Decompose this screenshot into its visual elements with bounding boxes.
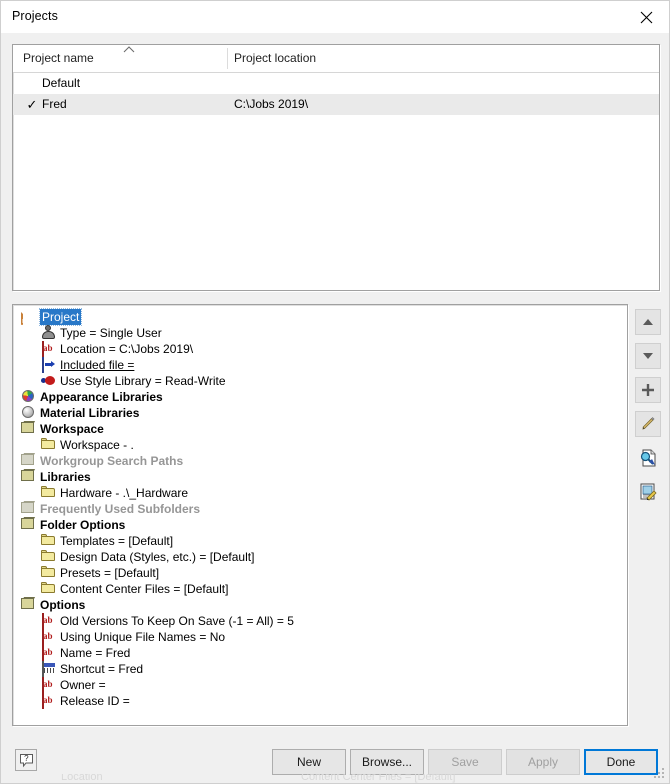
tree-node-label: Name = Fred xyxy=(60,646,131,660)
tree-node-label: Design Data (Styles, etc.) = [Default] xyxy=(60,550,255,564)
add-button[interactable] xyxy=(635,377,661,403)
tree-node[interactable]: Location = C:\Jobs 2019\ xyxy=(13,341,627,357)
browse-button[interactable]: Browse... xyxy=(350,749,424,775)
apply-button: Apply xyxy=(506,749,580,775)
tree-expander-minus-icon[interactable] xyxy=(12,425,13,434)
move-down-button[interactable] xyxy=(635,343,661,369)
tree-node-label: Type = Single User xyxy=(60,326,162,340)
tree-node[interactable]: Shortcut = Fred xyxy=(13,661,627,677)
tree-expander-plus-icon[interactable] xyxy=(12,393,13,402)
tree-node-label: Folder Options xyxy=(40,518,126,532)
tree-node[interactable]: Name = Fred xyxy=(13,645,627,661)
project-list-panel[interactable]: Project name Project location Default ✓ Fr… xyxy=(12,44,660,291)
tree-node-label: Shortcut = Fred xyxy=(60,662,144,676)
tree-node[interactable]: Templates = [Default] xyxy=(13,533,627,549)
tree-node[interactable]: Design Data (Styles, etc.) = [Default] xyxy=(13,549,627,565)
project-name-cell: Fred xyxy=(42,97,67,111)
tree-node-label: Options xyxy=(40,598,86,612)
column-header-project-location[interactable]: Project location xyxy=(234,51,316,65)
tree-node[interactable]: Content Center Files = [Default] xyxy=(13,581,627,597)
tree-expander-plus-icon[interactable] xyxy=(12,409,13,418)
tree-node[interactable]: Release ID = xyxy=(13,693,627,709)
tree-expander-minus-icon[interactable] xyxy=(12,473,13,482)
svg-text:?: ? xyxy=(24,754,29,763)
tree-node[interactable]: Appearance Libraries xyxy=(13,389,627,405)
tree-node[interactable]: Use Style Library = Read-Write xyxy=(13,373,627,389)
tree-node[interactable]: Material Libraries xyxy=(13,405,627,421)
tree-node[interactable]: Options xyxy=(13,597,627,613)
window-title: Projects xyxy=(12,9,58,23)
tree-node-label: Using Unique File Names = No xyxy=(60,630,226,644)
tree-node-label: Hardware - .\_Hardware xyxy=(60,486,189,500)
tree-node[interactable]: Workspace xyxy=(13,421,627,437)
tree-node[interactable]: Libraries xyxy=(13,469,627,485)
tree-node-label: Frequently Used Subfolders xyxy=(40,502,201,516)
ab-text-icon xyxy=(42,693,44,709)
find-file-button[interactable] xyxy=(635,445,661,471)
tree-node-label: Content Center Files = [Default] xyxy=(60,582,229,596)
ipj-file-icon xyxy=(21,309,23,325)
tree-node-label: Included file = xyxy=(60,358,135,372)
background-ghost-text: Location Content Center Files = [Default… xyxy=(61,774,456,783)
ab-text-icon xyxy=(42,629,44,645)
tree-node[interactable]: Presets = [Default] xyxy=(13,565,627,581)
ab-text-icon xyxy=(42,645,44,661)
tree-node[interactable]: Old Versions To Keep On Save (-1 = All) … xyxy=(13,613,627,629)
tree-node-label: Templates = [Default] xyxy=(60,534,174,548)
tree-node-label: Appearance Libraries xyxy=(40,390,163,404)
edit-button[interactable] xyxy=(635,411,661,437)
close-icon[interactable] xyxy=(623,1,669,33)
tree-toolbar xyxy=(635,309,663,513)
project-list-header: Project name Project location xyxy=(13,45,659,73)
configure-button[interactable] xyxy=(635,479,661,505)
move-up-button[interactable] xyxy=(635,309,661,335)
tree-node[interactable]: Using Unique File Names = No xyxy=(13,629,627,645)
tree-node-label: Project xyxy=(38,308,83,326)
project-name-cell: Default xyxy=(42,76,81,90)
tree-node-label: Presets = [Default] xyxy=(60,566,160,580)
tree-node[interactable]: Folder Options xyxy=(13,517,627,533)
tree-node[interactable]: Project xyxy=(13,308,627,326)
tree-expander-minus-icon[interactable] xyxy=(12,601,13,610)
active-project-check-icon: ✓ xyxy=(26,97,38,112)
tree-node[interactable]: Included file = xyxy=(13,357,627,373)
project-tree-panel[interactable]: ProjectType = Single User Location = C:\J… xyxy=(12,304,628,726)
new-button[interactable]: New xyxy=(272,749,346,775)
help-question-icon[interactable]: ? xyxy=(15,749,37,771)
tree-node-label: Use Style Library = Read-Write xyxy=(60,374,226,388)
done-button[interactable]: Done xyxy=(584,749,658,775)
title-bar: Projects xyxy=(1,1,669,33)
tree-expander-minus-icon[interactable] xyxy=(12,521,13,530)
tree-node-label: Owner = xyxy=(60,678,106,692)
project-location-cell: C:\Jobs 2019\ xyxy=(234,97,309,111)
tree-node-label: Workspace xyxy=(40,422,104,436)
project-tree: ProjectType = Single User Location = C:\J… xyxy=(13,305,627,709)
tree-node[interactable]: Frequently Used Subfolders xyxy=(13,501,627,517)
project-list-row[interactable]: Default xyxy=(13,73,659,94)
project-list-row[interactable]: ✓ Fred C:\Jobs 2019\ xyxy=(13,94,659,115)
column-header-project-name[interactable]: Project name xyxy=(23,51,94,65)
ab-text-icon xyxy=(42,613,44,629)
column-divider[interactable] xyxy=(227,48,228,69)
tree-node-label: Workspace - . xyxy=(60,438,134,452)
tree-node[interactable]: Owner = xyxy=(13,677,627,693)
shortcut-icon xyxy=(42,661,44,677)
ab-text-icon xyxy=(42,677,44,693)
included-file-icon xyxy=(42,357,44,373)
project-list-rows: Default ✓ Fred C:\Jobs 2019\ xyxy=(13,73,659,115)
tree-node-label: Old Versions To Keep On Save (-1 = All) … xyxy=(60,614,294,628)
tree-node-label: Material Libraries xyxy=(40,406,140,420)
ab-text-icon xyxy=(42,341,44,357)
tree-node[interactable]: Hardware - .\_Hardware xyxy=(13,485,627,501)
chevron-up-icon xyxy=(121,45,137,54)
tree-node-label: Location = C:\Jobs 2019\ xyxy=(60,342,194,356)
tree-node[interactable]: Workspace - . xyxy=(13,437,627,453)
tree-node[interactable]: Workgroup Search Paths xyxy=(13,453,627,469)
tree-node-label: Release ID = xyxy=(60,694,130,708)
projects-dialog: Projects Project name Project location D… xyxy=(0,0,670,784)
tree-node[interactable]: Type = Single User xyxy=(13,325,627,341)
tree-node-label: Libraries xyxy=(40,470,91,484)
save-button: Save xyxy=(428,749,502,775)
tree-node-label: Workgroup Search Paths xyxy=(40,454,184,468)
